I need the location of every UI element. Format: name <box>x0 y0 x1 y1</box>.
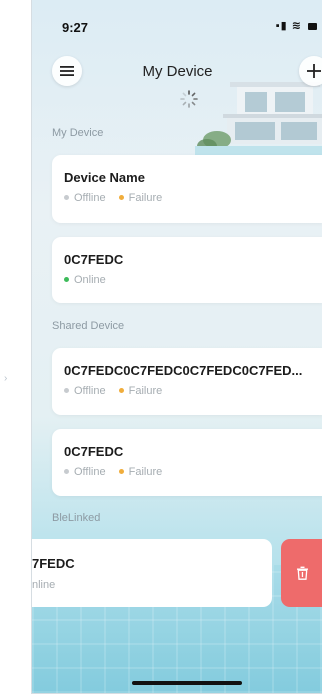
spinner-icon <box>180 90 198 108</box>
plus-icon <box>307 64 321 78</box>
offline-dot-icon <box>64 194 69 200</box>
failure-text: Failure <box>128 385 163 397</box>
device-name: 0C7FEDC <box>64 444 124 459</box>
failure-dot-icon <box>118 387 124 393</box>
failure-dot-icon <box>118 194 124 200</box>
signal-icon: ▪▮ <box>275 20 288 32</box>
status-text: Offline <box>74 466 106 478</box>
offline-dot-icon <box>64 468 69 474</box>
section-label-shared-device: Shared Device <box>52 320 125 332</box>
failure-text: Failure <box>128 466 163 478</box>
device-name: 7FEDC <box>32 556 75 571</box>
phone-screen: 9:27 ▪▮ ≋ My Device My Device Device Nam… <box>31 0 322 694</box>
add-device-button[interactable] <box>299 56 322 86</box>
ble-device-card-swiped[interactable]: 7FEDC nline <box>32 539 272 607</box>
section-label-my-device: My Device <box>52 127 104 139</box>
device-status: Offline Failure <box>64 466 162 478</box>
delete-device-button[interactable] <box>281 539 322 607</box>
device-status: nline <box>32 579 56 591</box>
battery-icon <box>308 22 317 30</box>
status-text: Offline <box>74 385 106 397</box>
device-card[interactable]: 0C7FEDC Offline Failure <box>52 429 322 496</box>
wifi-icon: ≋ <box>291 20 302 32</box>
status-text: Offline <box>74 192 106 204</box>
status-text: Online <box>74 274 106 286</box>
online-dot-icon <box>64 276 69 282</box>
home-indicator <box>132 681 242 685</box>
device-card[interactable]: 0C7FEDC Online <box>52 237 322 303</box>
device-status: Offline Failure <box>64 192 162 204</box>
failure-dot-icon <box>118 468 124 474</box>
section-label-ble-linked: BleLinked <box>52 512 101 524</box>
device-status: Online <box>64 274 106 286</box>
trash-icon <box>296 566 308 580</box>
device-name: 0C7FEDC0C7FEDC0C7FEDC0C7FED... <box>64 363 303 378</box>
failure-text: Failure <box>128 192 163 204</box>
device-card[interactable]: Device Name Offline Failure <box>52 155 322 223</box>
device-status: Offline Failure <box>64 385 162 397</box>
device-card[interactable]: 0C7FEDC0C7FEDC0C7FEDC0C7FED... Offline F… <box>52 348 322 415</box>
page-title: My Device <box>142 63 213 80</box>
device-name: 0C7FEDC <box>64 252 124 267</box>
offline-dot-icon <box>64 387 69 393</box>
device-name: Device Name <box>64 170 145 185</box>
page-arrow-icon: › <box>4 373 8 384</box>
status-bar-icons: ▪▮ ≋ <box>276 19 317 32</box>
status-bar-time: 9:27 <box>62 20 89 35</box>
screenshot-canvas: › 9:27 ▪▮ ≋ My Device My Device Device N… <box>0 0 322 694</box>
